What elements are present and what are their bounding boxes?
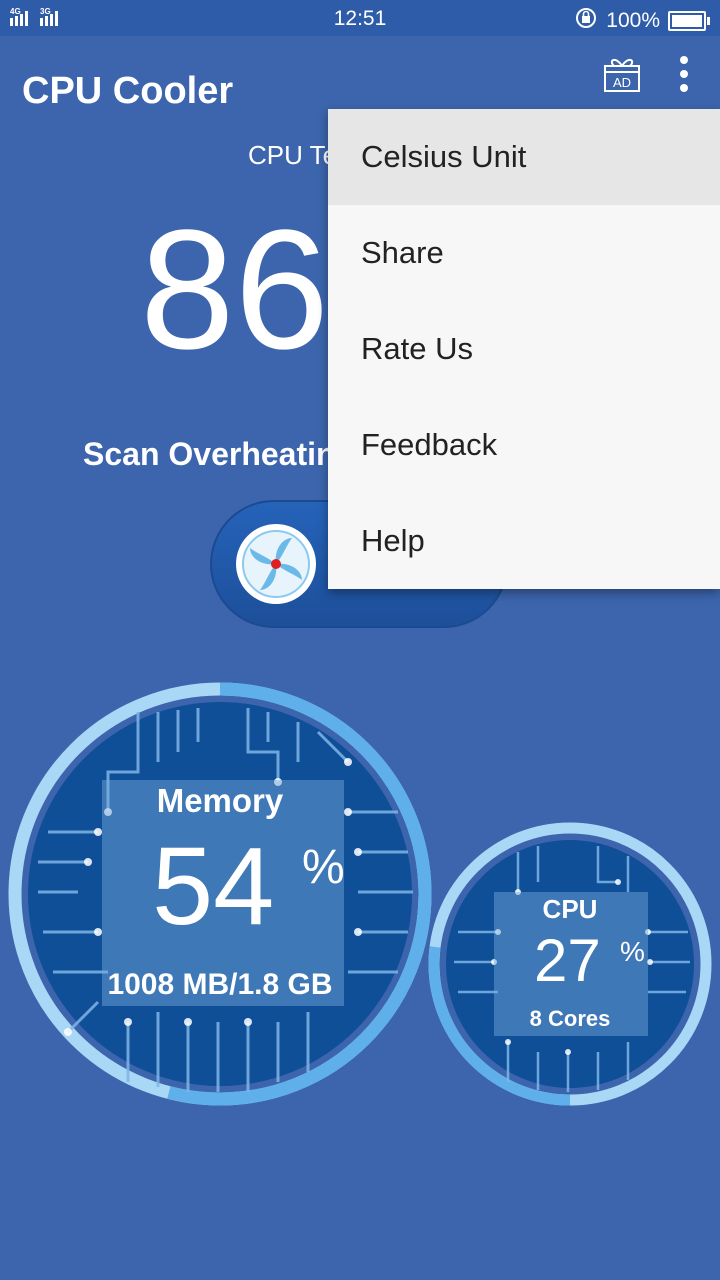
menu-item-help[interactable]: Help	[328, 493, 720, 589]
overflow-menu: Celsius Unit Share Rate Us Feedback Help	[328, 109, 720, 589]
battery-icon	[668, 11, 710, 31]
rotation-lock-icon	[574, 6, 598, 36]
memory-gauge: Memory 54 % 1008 MB/1.8 GB	[8, 682, 432, 1106]
gift-ad-button[interactable]: AD	[602, 54, 642, 94]
cpu-title: CPU	[542, 894, 598, 924]
menu-item-celsius-unit[interactable]: Celsius Unit	[328, 109, 720, 205]
cpu-cores-detail: 8 Cores	[529, 1006, 611, 1031]
memory-title: Memory	[156, 782, 284, 819]
cpu-percent-value: 27	[534, 927, 601, 994]
menu-item-feedback[interactable]: Feedback	[328, 397, 720, 493]
cpu-gauge: CPU 27 % 8 Cores	[428, 822, 712, 1106]
cpu-temperature-value: 86	[140, 195, 330, 385]
more-vert-icon	[680, 56, 688, 92]
battery-percent: 100%	[606, 9, 660, 32]
cpu-percent-unit: %	[620, 936, 645, 967]
gift-icon: AD	[604, 59, 640, 92]
memory-percent-value: 54	[152, 825, 275, 948]
memory-percent-unit: %	[302, 841, 345, 894]
scan-overheating-text: Scan Overheatin	[83, 436, 336, 472]
menu-item-rate-us[interactable]: Rate Us	[328, 301, 720, 397]
ad-label: AD	[613, 75, 631, 90]
more-options-button[interactable]	[664, 52, 704, 96]
status-bar: 4G 3G 12:51 100%	[0, 0, 720, 36]
cpu-temperature-label: CPU Te	[248, 140, 338, 170]
app-title: CPU Cooler	[22, 70, 234, 112]
memory-usage-detail: 1008 MB/1.8 GB	[107, 968, 333, 1001]
menu-item-share[interactable]: Share	[328, 205, 720, 301]
fan-icon	[236, 524, 316, 604]
